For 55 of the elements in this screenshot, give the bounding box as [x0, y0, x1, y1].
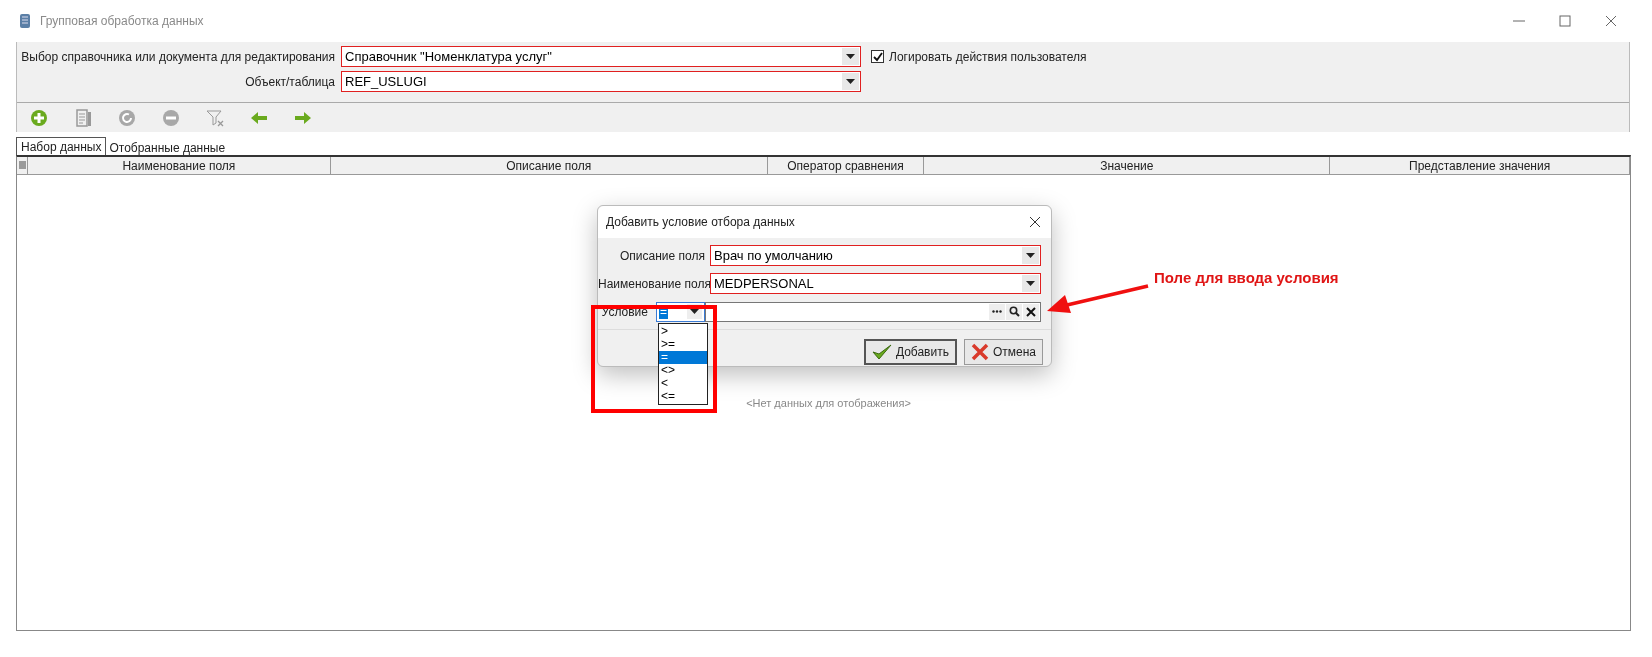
- combo-value: Справочник "Номенклатура услуг": [344, 47, 553, 66]
- combo-value: MEDPERSONAL: [713, 274, 815, 293]
- more-icon[interactable]: [989, 303, 1005, 320]
- caret-icon: [846, 79, 855, 84]
- column-header[interactable]: Оператор сравнения: [767, 157, 925, 174]
- annotation-text: Поле для ввода условия: [1154, 268, 1339, 288]
- combo-value: REF_USLUGI: [344, 72, 428, 91]
- dropdown-field[interactable]: Врач по умолчанию: [710, 245, 1041, 266]
- column-header[interactable]: Описание поля: [330, 157, 768, 174]
- checkbox-label: Логировать действия пользователя: [889, 48, 1087, 66]
- column-header[interactable]: Значение: [924, 157, 1331, 174]
- checkbox[interactable]: [871, 50, 884, 63]
- checkmark-icon: [871, 344, 892, 360]
- column-chooser-icon[interactable]: [17, 157, 28, 174]
- dialog-title: Добавить условие отбора данных: [606, 214, 795, 231]
- field-label: Выбор справочника или документа для редактирования: [20, 48, 336, 66]
- add-button[interactable]: Добавить: [863, 339, 957, 365]
- list-item[interactable]: <>: [659, 364, 707, 377]
- close-icon: [1605, 15, 1617, 27]
- field-label: Описание поля: [619, 247, 706, 265]
- caret-icon: [690, 309, 699, 314]
- close-icon: [1029, 216, 1041, 228]
- caret-icon: [1026, 281, 1035, 286]
- caret-icon: [1026, 253, 1035, 258]
- cancel-button[interactable]: Отмена: [963, 339, 1043, 365]
- field-label: Условие: [600, 303, 649, 321]
- dropdown-button[interactable]: [1022, 247, 1039, 264]
- list-item[interactable]: >: [659, 325, 707, 338]
- field-label: Объект/таблица: [244, 73, 336, 91]
- condition-input[interactable]: [705, 301, 1041, 322]
- maximize-icon: [1559, 15, 1571, 27]
- dropdown-field[interactable]: MEDPERSONAL: [710, 273, 1041, 294]
- tab[interactable]: Набор данных: [16, 137, 107, 155]
- search-icon[interactable]: [1006, 303, 1022, 320]
- list-item[interactable]: =: [659, 351, 707, 364]
- list-item[interactable]: <=: [659, 390, 707, 403]
- plus-circle-icon[interactable]: [30, 108, 48, 127]
- dropdown-field[interactable]: Справочник "Номенклатура услуг": [341, 46, 861, 67]
- column-header[interactable]: Представление значения: [1330, 157, 1630, 174]
- empty-message: <Нет данных для отображения>: [746, 396, 911, 411]
- dropdown-button[interactable]: [842, 48, 859, 65]
- dropdown-button[interactable]: [1022, 275, 1039, 292]
- dropdown-field[interactable]: REF_USLUGI: [341, 71, 861, 92]
- dropdown-button[interactable]: [842, 73, 859, 90]
- cross-icon: [970, 343, 989, 361]
- close-button[interactable]: [1027, 214, 1043, 230]
- window-title: Групповая обработка данных: [40, 13, 204, 30]
- list-item[interactable]: >=: [659, 338, 707, 351]
- app-icon: [18, 13, 32, 29]
- column-header[interactable]: Наименование поля: [28, 157, 331, 174]
- field-label: Наименование поля: [598, 275, 710, 293]
- combo-value: Врач по умолчанию: [713, 246, 834, 265]
- list-item[interactable]: <: [659, 377, 707, 390]
- caret-icon: [846, 54, 855, 59]
- clear-icon[interactable]: [1023, 303, 1039, 320]
